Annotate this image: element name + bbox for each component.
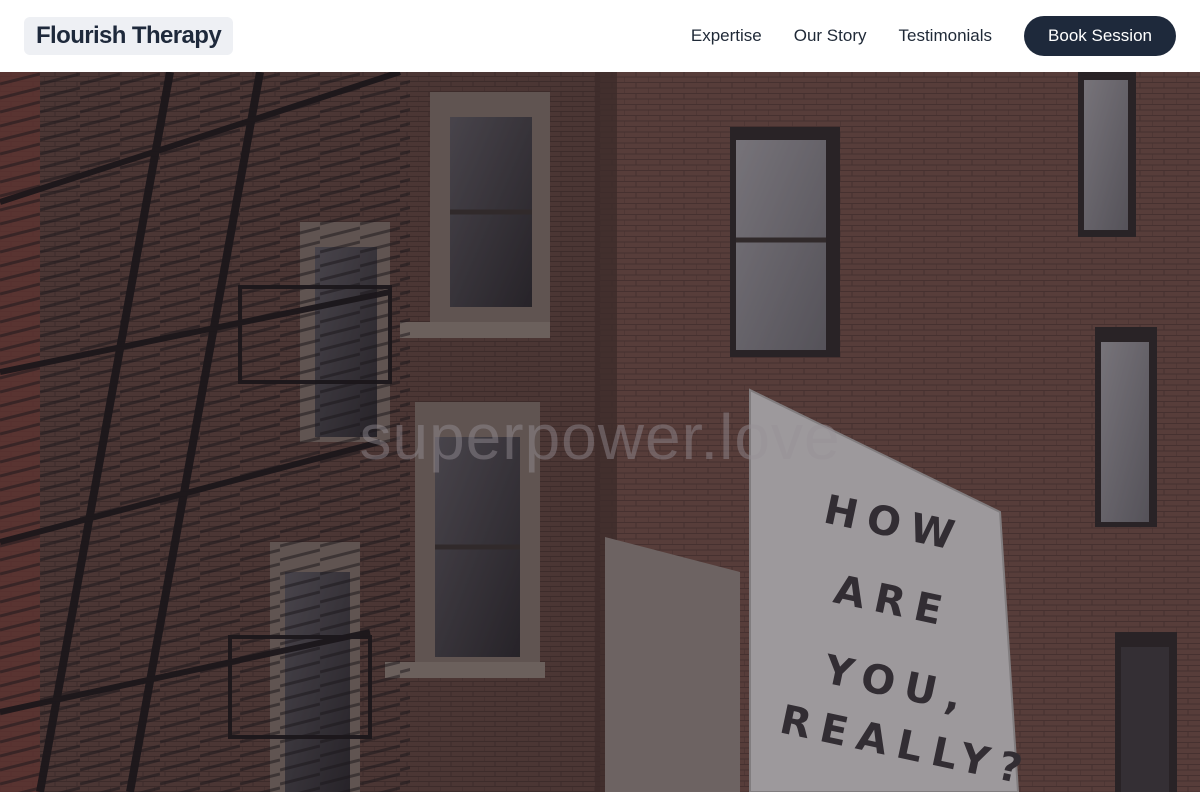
nav-link-expertise[interactable]: Expertise <box>691 26 762 46</box>
brand-logo[interactable]: Flourish Therapy <box>24 17 234 55</box>
book-session-button[interactable]: Book Session <box>1024 16 1176 56</box>
site-header: Flourish Therapy Expertise Our Story Tes… <box>0 0 1200 72</box>
hero-section: HOW ARE YOU, REALLY? superpower.love <box>0 72 1200 792</box>
page-bottom-edge <box>0 792 1200 800</box>
nav-link-our-story[interactable]: Our Story <box>794 26 867 46</box>
main-nav: Expertise Our Story Testimonials Book Se… <box>691 0 1176 72</box>
hero-heading: superpower.love <box>359 401 841 473</box>
nav-link-testimonials[interactable]: Testimonials <box>899 26 993 46</box>
